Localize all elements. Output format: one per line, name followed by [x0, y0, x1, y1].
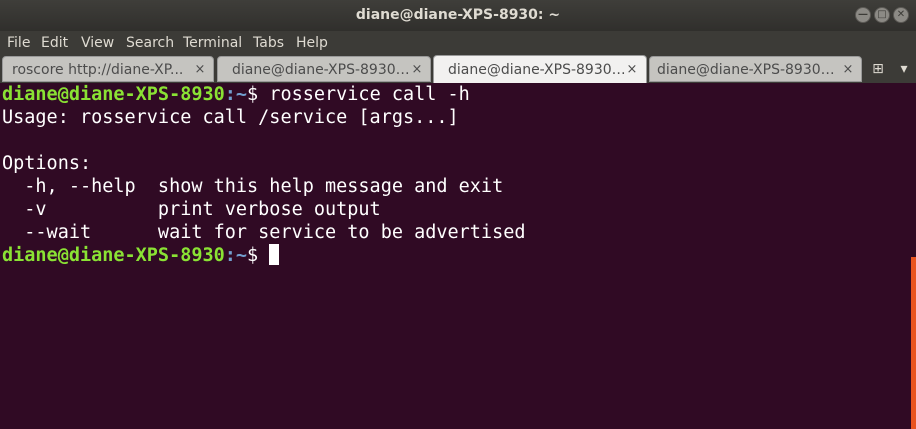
menu-help[interactable]: Help — [296, 31, 328, 55]
tab-list-dropdown-icon[interactable]: ▾ — [894, 55, 914, 83]
tab-bar: roscore http://diane-XP... × diane@diane… — [0, 55, 916, 83]
menu-file[interactable]: File — [7, 31, 30, 55]
tab-roscore[interactable]: roscore http://diane-XP... × — [2, 56, 214, 82]
terminal-output-line: Usage: rosservice call /service [args...… — [2, 107, 459, 128]
menu-view[interactable]: View — [81, 31, 114, 55]
text-cursor — [269, 244, 280, 265]
tab-terminal-3-active[interactable]: diane@diane-XPS-8930: ~ × — [433, 55, 647, 83]
minimize-icon[interactable]: — — [855, 7, 871, 23]
menu-bar: File Edit View Search Terminal Tabs Help — [0, 31, 916, 55]
terminal-output-line: -v print verbose output — [2, 199, 381, 220]
terminal-output-line: Options: — [2, 153, 92, 174]
command-text: rosservice call -h — [269, 84, 470, 105]
terminal-area[interactable]: diane@diane-XPS-8930:~$ rosservice call … — [0, 83, 916, 429]
window-title: diane@diane-XPS-8930: ~ — [355, 7, 561, 23]
menu-edit[interactable]: Edit — [41, 31, 68, 55]
tab-close-icon[interactable]: × — [193, 57, 207, 83]
tab-label: roscore http://diane-XP... — [12, 62, 184, 78]
terminal-line-command: diane@diane-XPS-8930:~$ rosservice call … — [2, 83, 470, 106]
tab-terminal-2[interactable]: diane@diane-XPS-8930: ~ × — [217, 56, 431, 82]
tab-label: diane@diane-XPS-8930: ~ — [232, 62, 412, 78]
menu-search[interactable]: Search — [126, 31, 174, 55]
tab-terminal-4[interactable]: diane@diane-XPS-8930: ... × — [649, 56, 862, 82]
title-bar[interactable]: diane@diane-XPS-8930: ~ — □ ✕ — [0, 0, 916, 31]
prompt-symbol: $ — [247, 84, 270, 105]
prompt-path: :~ — [224, 245, 248, 266]
menu-terminal[interactable]: Terminal — [183, 31, 242, 55]
terminal-output-line: -h, --help show this help message and ex… — [2, 176, 504, 197]
close-icon[interactable]: ✕ — [893, 7, 909, 23]
scrollbar[interactable] — [911, 257, 916, 429]
menu-tabs[interactable]: Tabs — [253, 31, 284, 55]
terminal-line-prompt: diane@diane-XPS-8930:~$ — [2, 244, 280, 267]
tab-close-icon[interactable]: × — [410, 57, 424, 83]
tab-label: diane@diane-XPS-8930: ... — [657, 62, 837, 78]
prompt-user: diane@diane-XPS-8930 — [2, 84, 225, 105]
tab-close-icon[interactable]: × — [841, 57, 855, 83]
tab-label: diane@diane-XPS-8930: ~ — [448, 62, 628, 78]
maximize-icon[interactable]: □ — [874, 7, 890, 23]
tab-close-icon[interactable]: × — [625, 57, 639, 83]
prompt-symbol: $ — [247, 245, 270, 266]
terminal-output-line: --wait wait for service to be advertised — [2, 222, 526, 243]
prompt-path: :~ — [224, 84, 248, 105]
prompt-user: diane@diane-XPS-8930 — [2, 245, 225, 266]
new-tab-icon[interactable]: ⊞ — [866, 55, 890, 83]
